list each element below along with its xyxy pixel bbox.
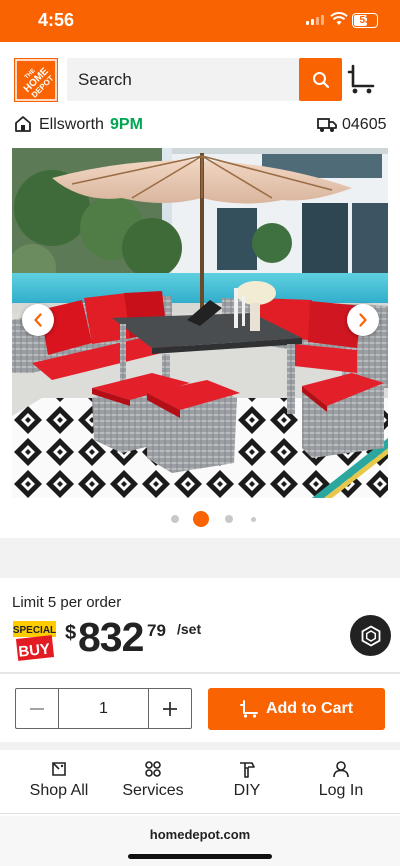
nav-shop-all-label: Shop All bbox=[29, 782, 89, 799]
quantity-increase-button[interactable] bbox=[149, 689, 191, 728]
user-icon bbox=[333, 761, 349, 778]
header: THE HOME DEPOT Search bbox=[0, 42, 400, 110]
special-buy-line1: SPECIAL bbox=[13, 625, 56, 636]
nav-diy[interactable]: DIY bbox=[212, 760, 282, 800]
delivery-truck-icon bbox=[317, 118, 337, 132]
nav-log-in-label: Log In bbox=[318, 782, 364, 799]
nav-diy-label: DIY bbox=[233, 782, 261, 799]
plus-icon bbox=[163, 701, 177, 716]
carousel-dot[interactable] bbox=[171, 515, 179, 523]
purchase-limit-text: Limit 5 per order bbox=[12, 594, 122, 611]
wifi-icon bbox=[330, 12, 348, 25]
special-buy-badge: SPECIAL BUY bbox=[12, 620, 57, 661]
chevron-left-icon bbox=[34, 313, 42, 327]
nav-services[interactable]: Services bbox=[118, 760, 188, 800]
diy-icon bbox=[240, 762, 255, 778]
nav-shop-all[interactable]: Shop All bbox=[24, 760, 94, 800]
delivery-zip[interactable]: 04605 bbox=[342, 116, 387, 134]
minus-icon bbox=[30, 707, 44, 710]
home-indicator[interactable] bbox=[128, 854, 272, 859]
search-placeholder: Search bbox=[78, 70, 132, 89]
store-name[interactable]: Ellsworth bbox=[39, 116, 104, 134]
battery-icon: 53 bbox=[352, 13, 378, 28]
status-time: 4:56 bbox=[38, 10, 75, 30]
carousel-dot[interactable] bbox=[225, 515, 233, 523]
store-icon bbox=[15, 116, 31, 132]
signal-icon bbox=[306, 15, 324, 25]
chat-assistant-button[interactable] bbox=[350, 615, 391, 656]
price-unit: /set bbox=[177, 621, 202, 637]
home-depot-logo[interactable]: THE HOME DEPOT bbox=[14, 58, 58, 102]
section-divider bbox=[0, 538, 400, 578]
nav-services-label: Services bbox=[122, 782, 184, 799]
cart-icon bbox=[239, 700, 258, 718]
hexagon-icon bbox=[361, 624, 380, 647]
carousel-prev-button[interactable] bbox=[22, 304, 54, 336]
section-divider bbox=[0, 742, 400, 750]
url-text: homedepot.com bbox=[149, 827, 251, 842]
search-icon bbox=[312, 71, 329, 88]
price-cents: 79 bbox=[147, 621, 166, 640]
price-currency: $ bbox=[65, 622, 77, 644]
special-buy-line2: BUY bbox=[18, 640, 51, 660]
product-image[interactable] bbox=[12, 148, 388, 498]
carousel-dot-active[interactable] bbox=[193, 511, 209, 527]
divider bbox=[0, 672, 400, 674]
price-dollars: 832 bbox=[78, 614, 144, 660]
chevron-right-icon bbox=[359, 313, 367, 327]
quantity-input[interactable]: 1 bbox=[58, 689, 149, 728]
battery-level: 53 bbox=[359, 15, 371, 26]
status-bar: 4:56 53 bbox=[0, 0, 400, 42]
bottom-nav: Shop All Services DIY Log In bbox=[0, 750, 400, 814]
store-closing-time: 9PM bbox=[110, 116, 143, 133]
shop-all-icon bbox=[52, 762, 66, 776]
store-bar[interactable]: Ellsworth 9PM 04605 bbox=[0, 110, 400, 144]
add-to-cart-button[interactable]: Add to Cart bbox=[208, 688, 385, 730]
cart-icon[interactable] bbox=[347, 64, 375, 94]
carousel-next-button[interactable] bbox=[347, 304, 379, 336]
carousel-pagination bbox=[0, 510, 400, 528]
quantity-decrease-button[interactable] bbox=[16, 689, 58, 728]
search-button[interactable] bbox=[299, 58, 342, 101]
search-input[interactable]: Search bbox=[67, 58, 342, 101]
quantity-stepper: 1 bbox=[15, 688, 192, 729]
nav-log-in[interactable]: Log In bbox=[306, 760, 376, 800]
add-to-cart-label: Add to Cart bbox=[265, 700, 354, 717]
carousel-dot[interactable] bbox=[251, 517, 256, 522]
services-icon bbox=[145, 761, 161, 777]
